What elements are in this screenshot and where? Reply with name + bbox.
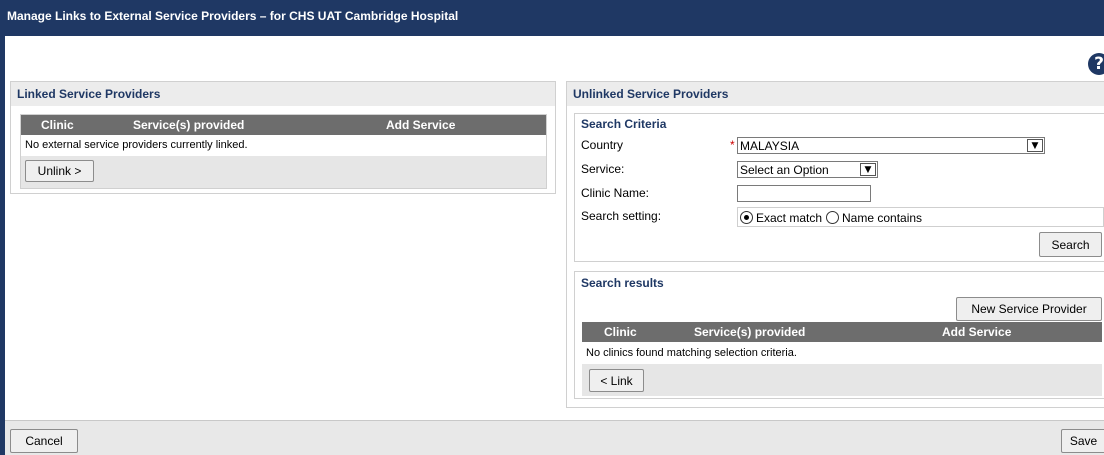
footer-bar: Cancel Save bbox=[5, 420, 1104, 455]
column-header-services: Service(s) provided bbox=[133, 118, 245, 132]
search-results-title: Search results bbox=[581, 276, 664, 290]
required-marker: * bbox=[730, 138, 735, 152]
link-button[interactable]: < Link bbox=[589, 369, 644, 392]
clinic-name-input[interactable] bbox=[737, 185, 871, 202]
window-title: Manage Links to External Service Provide… bbox=[0, 0, 1104, 36]
service-value: Select an Option bbox=[740, 163, 829, 177]
search-setting-box: Exact match Name contains bbox=[737, 207, 1104, 227]
linked-grid-header: Clinic Service(s) provided Add Service bbox=[21, 115, 546, 135]
frame-border bbox=[0, 36, 5, 455]
linked-providers-grid: Clinic Service(s) provided Add Service N… bbox=[20, 114, 547, 189]
unlinked-providers-title: Unlinked Service Providers bbox=[567, 82, 1104, 106]
results-grid-header: Clinic Service(s) provided Add Service bbox=[582, 322, 1102, 342]
country-select[interactable]: MALAYSIA ▼ bbox=[737, 137, 1045, 154]
cancel-button[interactable]: Cancel bbox=[10, 429, 78, 453]
column-header-clinic: Clinic bbox=[604, 325, 637, 339]
help-icon[interactable]: ? bbox=[1088, 53, 1104, 75]
column-header-add-service: Add Service bbox=[942, 325, 1012, 339]
column-header-clinic: Clinic bbox=[41, 118, 74, 132]
linked-providers-title: Linked Service Providers bbox=[11, 82, 555, 106]
results-empty-message: No clinics found matching selection crit… bbox=[586, 347, 797, 359]
column-header-services: Service(s) provided bbox=[694, 325, 806, 339]
search-criteria-title: Search Criteria bbox=[581, 117, 667, 131]
search-results-section: Search results New Service Provider Clin… bbox=[574, 271, 1104, 399]
new-service-provider-button[interactable]: New Service Provider bbox=[956, 297, 1102, 321]
name-contains-radio[interactable] bbox=[826, 211, 839, 224]
results-actions-bar: < Link bbox=[582, 364, 1102, 396]
name-contains-label[interactable]: Name contains bbox=[842, 211, 922, 225]
save-button[interactable]: Save bbox=[1061, 429, 1104, 453]
chevron-down-icon: ▼ bbox=[1027, 139, 1043, 152]
chevron-down-icon: ▼ bbox=[860, 163, 876, 176]
linked-providers-panel: Linked Service Providers Clinic Service(… bbox=[10, 81, 556, 194]
exact-match-radio[interactable] bbox=[740, 211, 753, 224]
search-button[interactable]: Search bbox=[1039, 232, 1102, 257]
unlinked-providers-panel: Unlinked Service Providers Search Criter… bbox=[566, 81, 1104, 408]
exact-match-label[interactable]: Exact match bbox=[756, 211, 822, 225]
search-setting-label: Search setting: bbox=[581, 209, 662, 223]
service-select[interactable]: Select an Option ▼ bbox=[737, 161, 878, 178]
unlink-button[interactable]: Unlink > bbox=[25, 160, 94, 182]
clinic-name-label: Clinic Name: bbox=[581, 186, 650, 200]
column-header-add-service: Add Service bbox=[386, 118, 456, 132]
linked-actions-bar: Unlink > bbox=[21, 156, 546, 188]
linked-empty-message: No external service providers currently … bbox=[25, 139, 248, 151]
country-value: MALAYSIA bbox=[740, 139, 800, 153]
search-criteria-section: Search Criteria Country * MALAYSIA ▼ Ser… bbox=[574, 113, 1104, 262]
country-label: Country bbox=[581, 138, 624, 152]
service-label: Service: bbox=[581, 162, 625, 176]
